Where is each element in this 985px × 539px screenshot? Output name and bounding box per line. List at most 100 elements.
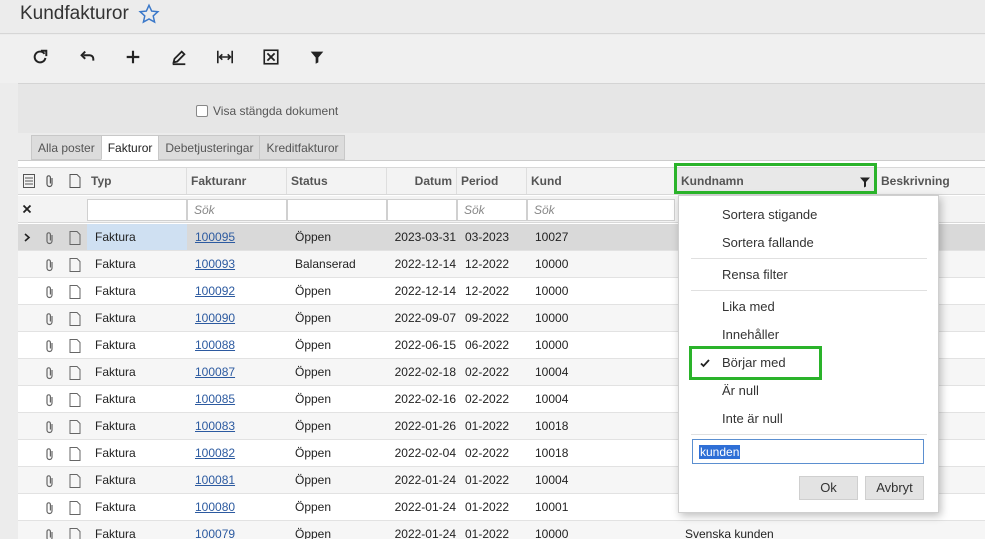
attachment-icon[interactable] [44, 285, 56, 299]
document-icon[interactable] [69, 339, 81, 353]
attachment-icon[interactable] [44, 420, 56, 434]
attachment-icon[interactable] [44, 366, 56, 380]
filter-bar: Visa stängda dokument [18, 83, 985, 133]
cell-status: Öppen [295, 392, 332, 406]
menu-contains[interactable]: Innehåller [722, 327, 779, 342]
document-icon[interactable] [69, 474, 81, 488]
document-icon[interactable] [69, 447, 81, 461]
document-icon[interactable] [69, 393, 81, 407]
page-title: Kundfakturor [20, 3, 129, 24]
attachment-icon[interactable] [44, 393, 56, 407]
col-header-period[interactable]: Period [457, 168, 527, 194]
cell-status: Öppen [295, 284, 332, 298]
cell-status: Öppen [295, 527, 332, 539]
document-icon[interactable] [69, 501, 81, 515]
row-selector-icon[interactable] [23, 174, 35, 188]
cell-status: Öppen [295, 446, 332, 460]
menu-is-null[interactable]: Är null [722, 383, 759, 398]
cell-fakturanr-link[interactable]: 100092 [195, 278, 235, 304]
filter-value-text: kunden [699, 445, 741, 459]
document-icon[interactable] [69, 231, 81, 245]
cell-datum: 2023-03-31 [394, 230, 456, 244]
show-closed-toggle[interactable]: Visa stängda dokument [196, 104, 338, 118]
col-header-status[interactable]: Status [287, 168, 387, 194]
menu-starts-with[interactable]: Börjar med [722, 355, 786, 370]
cell-fakturanr-link[interactable]: 100080 [195, 494, 235, 520]
table-row[interactable]: Faktura 100079 Öppen 2022-01-24 01-2022 10000… [18, 521, 985, 539]
toolbar [0, 35, 985, 83]
cell-fakturanr-link[interactable]: 100090 [195, 305, 235, 331]
cell-fakturanr-link[interactable]: 100079 [195, 521, 235, 539]
attachment-icon[interactable] [44, 474, 56, 488]
menu-is-not-null[interactable]: Inte är null [722, 411, 783, 426]
star-icon[interactable] [138, 3, 160, 25]
cell-kund: 10000 [535, 527, 569, 539]
cell-fakturanr-link[interactable]: 100088 [195, 332, 235, 358]
export-excel-icon[interactable] [257, 45, 285, 69]
cell-kund: 10004 [535, 473, 569, 487]
cell-fakturanr-link[interactable]: 100082 [195, 440, 235, 466]
menu-sort-ascending[interactable]: Sortera stigande [722, 207, 817, 222]
document-icon[interactable] [69, 366, 81, 380]
col-header-kund[interactable]: Kund [527, 168, 675, 194]
current-row-arrow-icon [24, 233, 31, 242]
cell-fakturanr-link[interactable]: 100095 [195, 224, 235, 250]
document-icon[interactable] [69, 312, 81, 326]
filter-fakturanr-input[interactable]: Sök [187, 199, 287, 221]
menu-clear-filter[interactable]: Rensa filter [722, 267, 788, 282]
attachment-icon[interactable] [44, 528, 56, 539]
attachment-icon[interactable] [44, 258, 56, 272]
cell-typ: Faktura [95, 392, 136, 406]
cell-fakturanr-link[interactable]: 100093 [195, 251, 235, 277]
menu-sort-descending[interactable]: Sortera fallande [722, 235, 814, 250]
document-icon[interactable] [69, 285, 81, 299]
col-header-kundnamn[interactable]: Kundnamn [677, 168, 877, 194]
filter-datum-input[interactable] [387, 199, 457, 221]
document-icon[interactable] [69, 258, 81, 272]
tab-kreditfakturor[interactable]: Kreditfakturor [259, 135, 346, 160]
clear-filters-icon[interactable] [22, 204, 32, 214]
cell-fakturanr-link[interactable]: 100081 [195, 467, 235, 493]
fit-columns-icon[interactable] [211, 45, 239, 69]
attachment-icon[interactable] [44, 312, 56, 326]
show-closed-label: Visa stängda dokument [213, 104, 339, 118]
refresh-icon[interactable] [26, 45, 54, 69]
cell-datum: 2022-02-16 [394, 392, 456, 406]
undo-icon[interactable] [73, 45, 101, 69]
cell-kund: 10000 [535, 338, 569, 352]
column-filter-icon[interactable] [859, 176, 871, 188]
cell-fakturanr-link[interactable]: 100083 [195, 413, 235, 439]
filter-status-input[interactable] [287, 199, 387, 221]
edit-icon[interactable] [165, 45, 193, 69]
filter-period-input[interactable]: Sök [457, 199, 527, 221]
col-header-beskrivning[interactable]: Beskrivning [877, 168, 985, 194]
cell-status: Öppen [295, 500, 332, 514]
col-header-typ[interactable]: Typ [87, 168, 187, 194]
document-icon[interactable] [69, 528, 81, 539]
tab-debetjusteringar[interactable]: Debetjusteringar [158, 135, 260, 160]
cell-fakturanr-link[interactable]: 100087 [195, 359, 235, 385]
attachment-icon[interactable] [44, 339, 56, 353]
cell-period: 02-2022 [465, 446, 510, 460]
filter-typ-input[interactable] [87, 199, 187, 221]
tab-alla-poster[interactable]: Alla poster [31, 135, 101, 160]
filter-kund-input[interactable]: Sök [527, 199, 675, 221]
col-header-fakturanr[interactable]: Fakturanr [187, 168, 287, 194]
show-closed-checkbox[interactable] [196, 105, 208, 117]
tab-fakturor[interactable]: Fakturor [100, 135, 159, 160]
attachment-icon[interactable] [44, 501, 56, 515]
add-icon[interactable] [119, 45, 147, 69]
cell-typ: Faktura [95, 365, 136, 379]
col-header-datum[interactable]: Datum [387, 168, 457, 194]
cell-status: Öppen [295, 365, 332, 379]
filter-icon[interactable] [303, 45, 331, 69]
cancel-button[interactable]: Avbryt [865, 476, 924, 500]
filter-value-input[interactable]: kunden [692, 439, 924, 464]
cell-fakturanr-link[interactable]: 100085 [195, 386, 235, 412]
cell-period: 02-2022 [465, 392, 510, 406]
ok-button[interactable]: Ok [799, 476, 858, 500]
attachment-icon[interactable] [44, 231, 56, 245]
menu-equals[interactable]: Lika med [722, 299, 775, 314]
document-icon[interactable] [69, 420, 81, 434]
attachment-icon[interactable] [44, 447, 56, 461]
